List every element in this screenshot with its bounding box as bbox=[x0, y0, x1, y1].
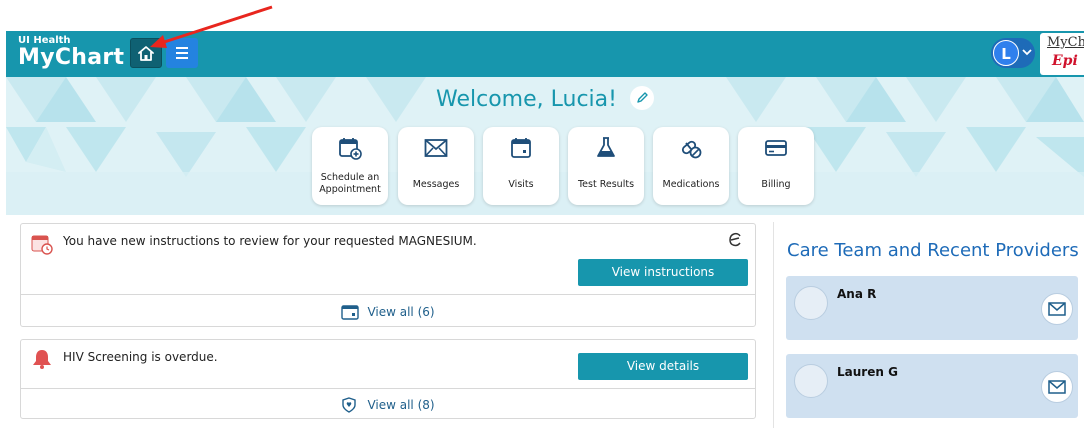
welcome-heading: Welcome, Lucia! bbox=[6, 86, 1084, 112]
view-all-label: View all (6) bbox=[367, 305, 435, 319]
top-header-bar: UI Health MyChart L MyCh Epi bbox=[6, 31, 1084, 77]
tile-label: Medications bbox=[662, 179, 720, 190]
chevron-down-icon bbox=[1022, 49, 1032, 56]
instructions-card: You have new instructions to review for … bbox=[20, 223, 756, 327]
calendar-icon bbox=[511, 138, 531, 158]
tile-medications[interactable]: Medications bbox=[653, 127, 729, 205]
tile-test-results[interactable]: Test Results bbox=[568, 127, 644, 205]
home-icon bbox=[138, 46, 154, 61]
hamburger-menu-icon bbox=[176, 47, 188, 59]
menu-button[interactable] bbox=[166, 38, 198, 68]
user-account-menu[interactable]: L bbox=[991, 38, 1035, 68]
tile-label: Test Results bbox=[577, 179, 635, 190]
provider-avatar bbox=[794, 364, 828, 398]
card-divider bbox=[21, 388, 755, 389]
mychart-logo[interactable]: UI Health MyChart bbox=[18, 35, 124, 70]
card-divider bbox=[21, 294, 755, 295]
credit-card-icon bbox=[765, 140, 787, 156]
user-avatar: L bbox=[993, 40, 1019, 66]
message-provider-button[interactable] bbox=[1041, 371, 1073, 403]
view-all-link[interactable]: View all (8) bbox=[21, 397, 755, 413]
tile-label: Schedule an Appointment bbox=[319, 172, 381, 195]
epic-logo-bottom: Epi bbox=[1052, 53, 1078, 69]
instructions-message: You have new instructions to review for … bbox=[63, 234, 477, 248]
envelope-icon bbox=[1048, 302, 1066, 316]
bell-alert-icon bbox=[33, 350, 51, 369]
welcome-text: Welcome, Lucia! bbox=[436, 87, 617, 112]
envelope-icon bbox=[1048, 380, 1066, 394]
view-all-link[interactable]: View all (6) bbox=[21, 304, 755, 320]
right-panel-border bbox=[773, 222, 774, 428]
pencil-icon bbox=[637, 92, 648, 103]
mychart-home-page: UI Health MyChart L MyCh Epi Welcome, Lu… bbox=[0, 0, 1084, 428]
view-all-label: View all (8) bbox=[367, 398, 435, 412]
care-team-title: Care Team and Recent Providers bbox=[787, 240, 1079, 261]
provider-card[interactable]: Ana R bbox=[786, 276, 1078, 340]
calendar-icon bbox=[341, 305, 360, 320]
overdue-message: HIV Screening is overdue. bbox=[63, 350, 218, 364]
tile-schedule-appointment[interactable]: Schedule an Appointment bbox=[312, 127, 388, 205]
tile-label: Billing bbox=[761, 179, 791, 190]
tile-label: Visits bbox=[508, 179, 534, 190]
message-provider-button[interactable] bbox=[1041, 293, 1073, 325]
pills-icon bbox=[681, 140, 702, 159]
shield-icon bbox=[342, 397, 357, 413]
epic-logo-top: MyCh bbox=[1047, 35, 1084, 50]
welcome-hero: Welcome, Lucia! Schedule an Appointment … bbox=[6, 77, 1084, 215]
calendar-reminder-icon bbox=[31, 235, 53, 255]
provider-avatar bbox=[794, 286, 828, 320]
tile-billing[interactable]: Billing bbox=[738, 127, 814, 205]
mychart-epic-logo: MyCh Epi bbox=[1040, 33, 1084, 75]
edit-name-button[interactable] bbox=[629, 86, 654, 110]
provider-card[interactable]: Lauren G bbox=[786, 354, 1078, 418]
envelope-icon bbox=[424, 139, 448, 157]
tile-messages[interactable]: Messages bbox=[398, 127, 474, 205]
flask-icon bbox=[597, 137, 615, 157]
calendar-add-icon bbox=[339, 138, 362, 160]
provider-name: Lauren G bbox=[837, 365, 898, 379]
view-instructions-button[interactable]: View instructions bbox=[578, 259, 748, 286]
home-button[interactable] bbox=[130, 38, 162, 68]
view-details-button[interactable]: View details bbox=[578, 353, 748, 380]
provider-name: Ana R bbox=[837, 287, 877, 301]
tile-label: Messages bbox=[412, 179, 460, 190]
tile-visits[interactable]: Visits bbox=[483, 127, 559, 205]
epic-e-icon bbox=[729, 232, 741, 247]
logo-big-text: MyChart bbox=[18, 45, 125, 70]
health-reminder-card: HIV Screening is overdue. View details V… bbox=[20, 339, 756, 419]
